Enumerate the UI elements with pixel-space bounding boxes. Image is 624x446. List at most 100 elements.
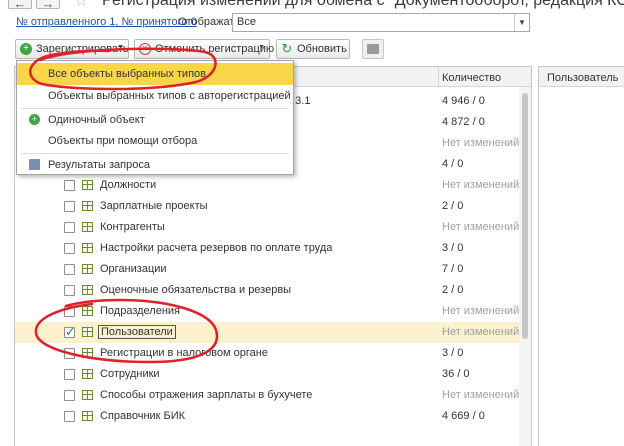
row-qty: 4 872 / 0	[442, 116, 485, 128]
row-qty: Нет изменений	[442, 389, 520, 401]
row-name: Контрагенты	[100, 221, 165, 233]
info-bar: № отправленного 1, № принятого 0 Отображ…	[0, 10, 624, 34]
cancel-registration-button[interactable]: ✕ Отменить регистрацию ▼	[134, 39, 274, 59]
cancel-label: Отменить регистрацию	[155, 43, 275, 55]
row-qty: 4 669 / 0	[442, 410, 485, 422]
catalog-icon	[82, 243, 93, 253]
row-name: Сотрудники	[100, 368, 160, 380]
row-checkbox[interactable]	[64, 411, 75, 422]
table-row[interactable]: Зарплатные проекты 2 / 0	[15, 196, 519, 217]
menu-item-query-results[interactable]: Результаты запроса	[17, 154, 293, 176]
row-name: Подразделения	[100, 305, 180, 317]
catalog-icon	[82, 306, 93, 316]
row-qty: Нет изменений	[442, 221, 520, 233]
printer-icon	[367, 44, 379, 54]
chevron-down-icon: ▼	[117, 44, 124, 51]
table-row[interactable]: Справочник БИК 4 669 / 0	[15, 406, 519, 427]
row-qty: 2 / 0	[442, 200, 464, 212]
menu-item-label: Все объекты выбранных типов	[48, 68, 206, 80]
catalog-icon	[82, 369, 93, 379]
catalog-icon	[82, 180, 93, 190]
title-bar: ← → ☆ Регистрация изменений для обмена с…	[0, 0, 624, 10]
print-button[interactable]	[362, 39, 384, 59]
menu-item-label: Объекты при помощи отбора	[48, 135, 198, 147]
arrow-right-icon: →	[41, 0, 55, 10]
row-name: Настройки расчета резервов по оплате тру…	[100, 242, 333, 254]
status-link[interactable]: № отправленного 1, № принятого 0	[16, 16, 197, 28]
menu-item-single-object[interactable]: + Одиночный объект	[17, 109, 293, 131]
user-column-header[interactable]: Пользователь	[547, 72, 618, 84]
row-checkbox[interactable]	[64, 348, 75, 359]
row-checkbox[interactable]	[64, 180, 75, 191]
row-qty: Нет изменений	[442, 137, 520, 149]
chevron-down-icon: ▼	[258, 44, 265, 51]
display-value: Все	[237, 16, 256, 28]
column-divider	[438, 67, 439, 87]
row-checkbox[interactable]	[64, 243, 75, 254]
row-checkbox[interactable]	[64, 201, 75, 212]
star-icon[interactable]: ☆	[74, 0, 88, 10]
row-name: Должности	[100, 179, 157, 191]
forward-button[interactable]: →	[36, 0, 60, 10]
catalog-icon	[82, 264, 93, 274]
row-name: Регистрации в налоговом органе	[100, 347, 268, 359]
catalog-icon	[82, 201, 93, 211]
row-name: Способы отражения зарплаты в бухучете	[100, 389, 313, 401]
catalog-icon	[82, 222, 93, 232]
row-checkbox[interactable]	[64, 285, 75, 296]
table-row[interactable]: Регистрации в налоговом органе 3 / 0	[15, 343, 519, 364]
catalog-icon	[82, 348, 93, 358]
row-checkbox[interactable]	[64, 369, 75, 380]
table-row[interactable]: Подразделения Нет изменений	[15, 301, 519, 322]
row-qty: 36 / 0	[442, 368, 470, 380]
window-title: Регистрация изменений для обмена с "Доку…	[102, 0, 624, 9]
row-qty: Нет изменений	[442, 326, 520, 338]
row-qty: 2 / 0	[442, 284, 464, 296]
register-dropdown-menu: Все объекты выбранных типов Объекты выбр…	[16, 60, 294, 175]
vertical-scrollbar[interactable]	[519, 87, 531, 446]
plus-icon: +	[20, 43, 32, 55]
catalog-icon	[82, 327, 93, 337]
row-checkbox[interactable]	[64, 306, 75, 317]
row-qty: 4 / 0	[442, 158, 464, 170]
back-button[interactable]: ←	[8, 0, 32, 10]
refresh-label: Обновить	[297, 43, 347, 55]
row-qty: 3 / 0	[442, 242, 464, 254]
register-label: Зарегистрировать	[36, 43, 129, 55]
table-row-selected[interactable]: Пользователи Нет изменений	[15, 322, 519, 343]
qty-column-header[interactable]: Количество	[442, 72, 501, 84]
row-checkbox[interactable]	[64, 222, 75, 233]
table-row[interactable]: Организации 7 / 0	[15, 259, 519, 280]
row-qty: 3 / 0	[442, 347, 464, 359]
row-qty: 7 / 0	[442, 263, 464, 275]
table-row[interactable]: Настройки расчета резервов по оплате тру…	[15, 238, 519, 259]
catalog-icon	[82, 285, 93, 295]
refresh-button[interactable]: ↻ Обновить	[276, 39, 350, 59]
row-checkbox-checked[interactable]	[64, 324, 76, 340]
row-qty: 4 946 / 0	[442, 95, 485, 107]
register-button[interactable]: + Зарегистрировать ▼	[15, 39, 129, 59]
table-row[interactable]: Сотрудники 36 / 0	[15, 364, 519, 385]
table-row[interactable]: Должности Нет изменений	[15, 175, 519, 196]
plus-icon: +	[29, 114, 40, 125]
chevron-down-icon[interactable]: ▼	[514, 14, 529, 31]
menu-item-filter-objects[interactable]: Объекты при помощи отбора	[17, 130, 293, 152]
table-row[interactable]: Контрагенты Нет изменений	[15, 217, 519, 238]
catalog-icon	[82, 390, 93, 400]
menu-item-label: Результаты запроса	[48, 159, 150, 171]
catalog-icon	[82, 411, 93, 421]
menu-item-auto-registration[interactable]: Объекты выбранных типов с авторегистраци…	[17, 85, 293, 107]
table-row[interactable]: Оценочные обязательства и резервы 2 / 0	[15, 280, 519, 301]
menu-item-label: Одиночный объект	[48, 114, 145, 126]
arrow-left-icon: ←	[13, 0, 27, 10]
table-row[interactable]: Способы отражения зарплаты в бухучете Не…	[15, 385, 519, 406]
row-name: Пользователи	[98, 325, 176, 339]
menu-item-all-objects[interactable]: Все объекты выбранных типов	[17, 63, 293, 85]
row-name: Справочник БИК	[100, 410, 186, 422]
scrollbar-thumb[interactable]	[522, 93, 528, 339]
row-checkbox[interactable]	[64, 390, 75, 401]
refresh-icon: ↻	[281, 41, 293, 56]
row-checkbox[interactable]	[64, 264, 75, 275]
display-select[interactable]: Все ▼	[232, 13, 530, 32]
cancel-icon: ✕	[139, 43, 151, 55]
